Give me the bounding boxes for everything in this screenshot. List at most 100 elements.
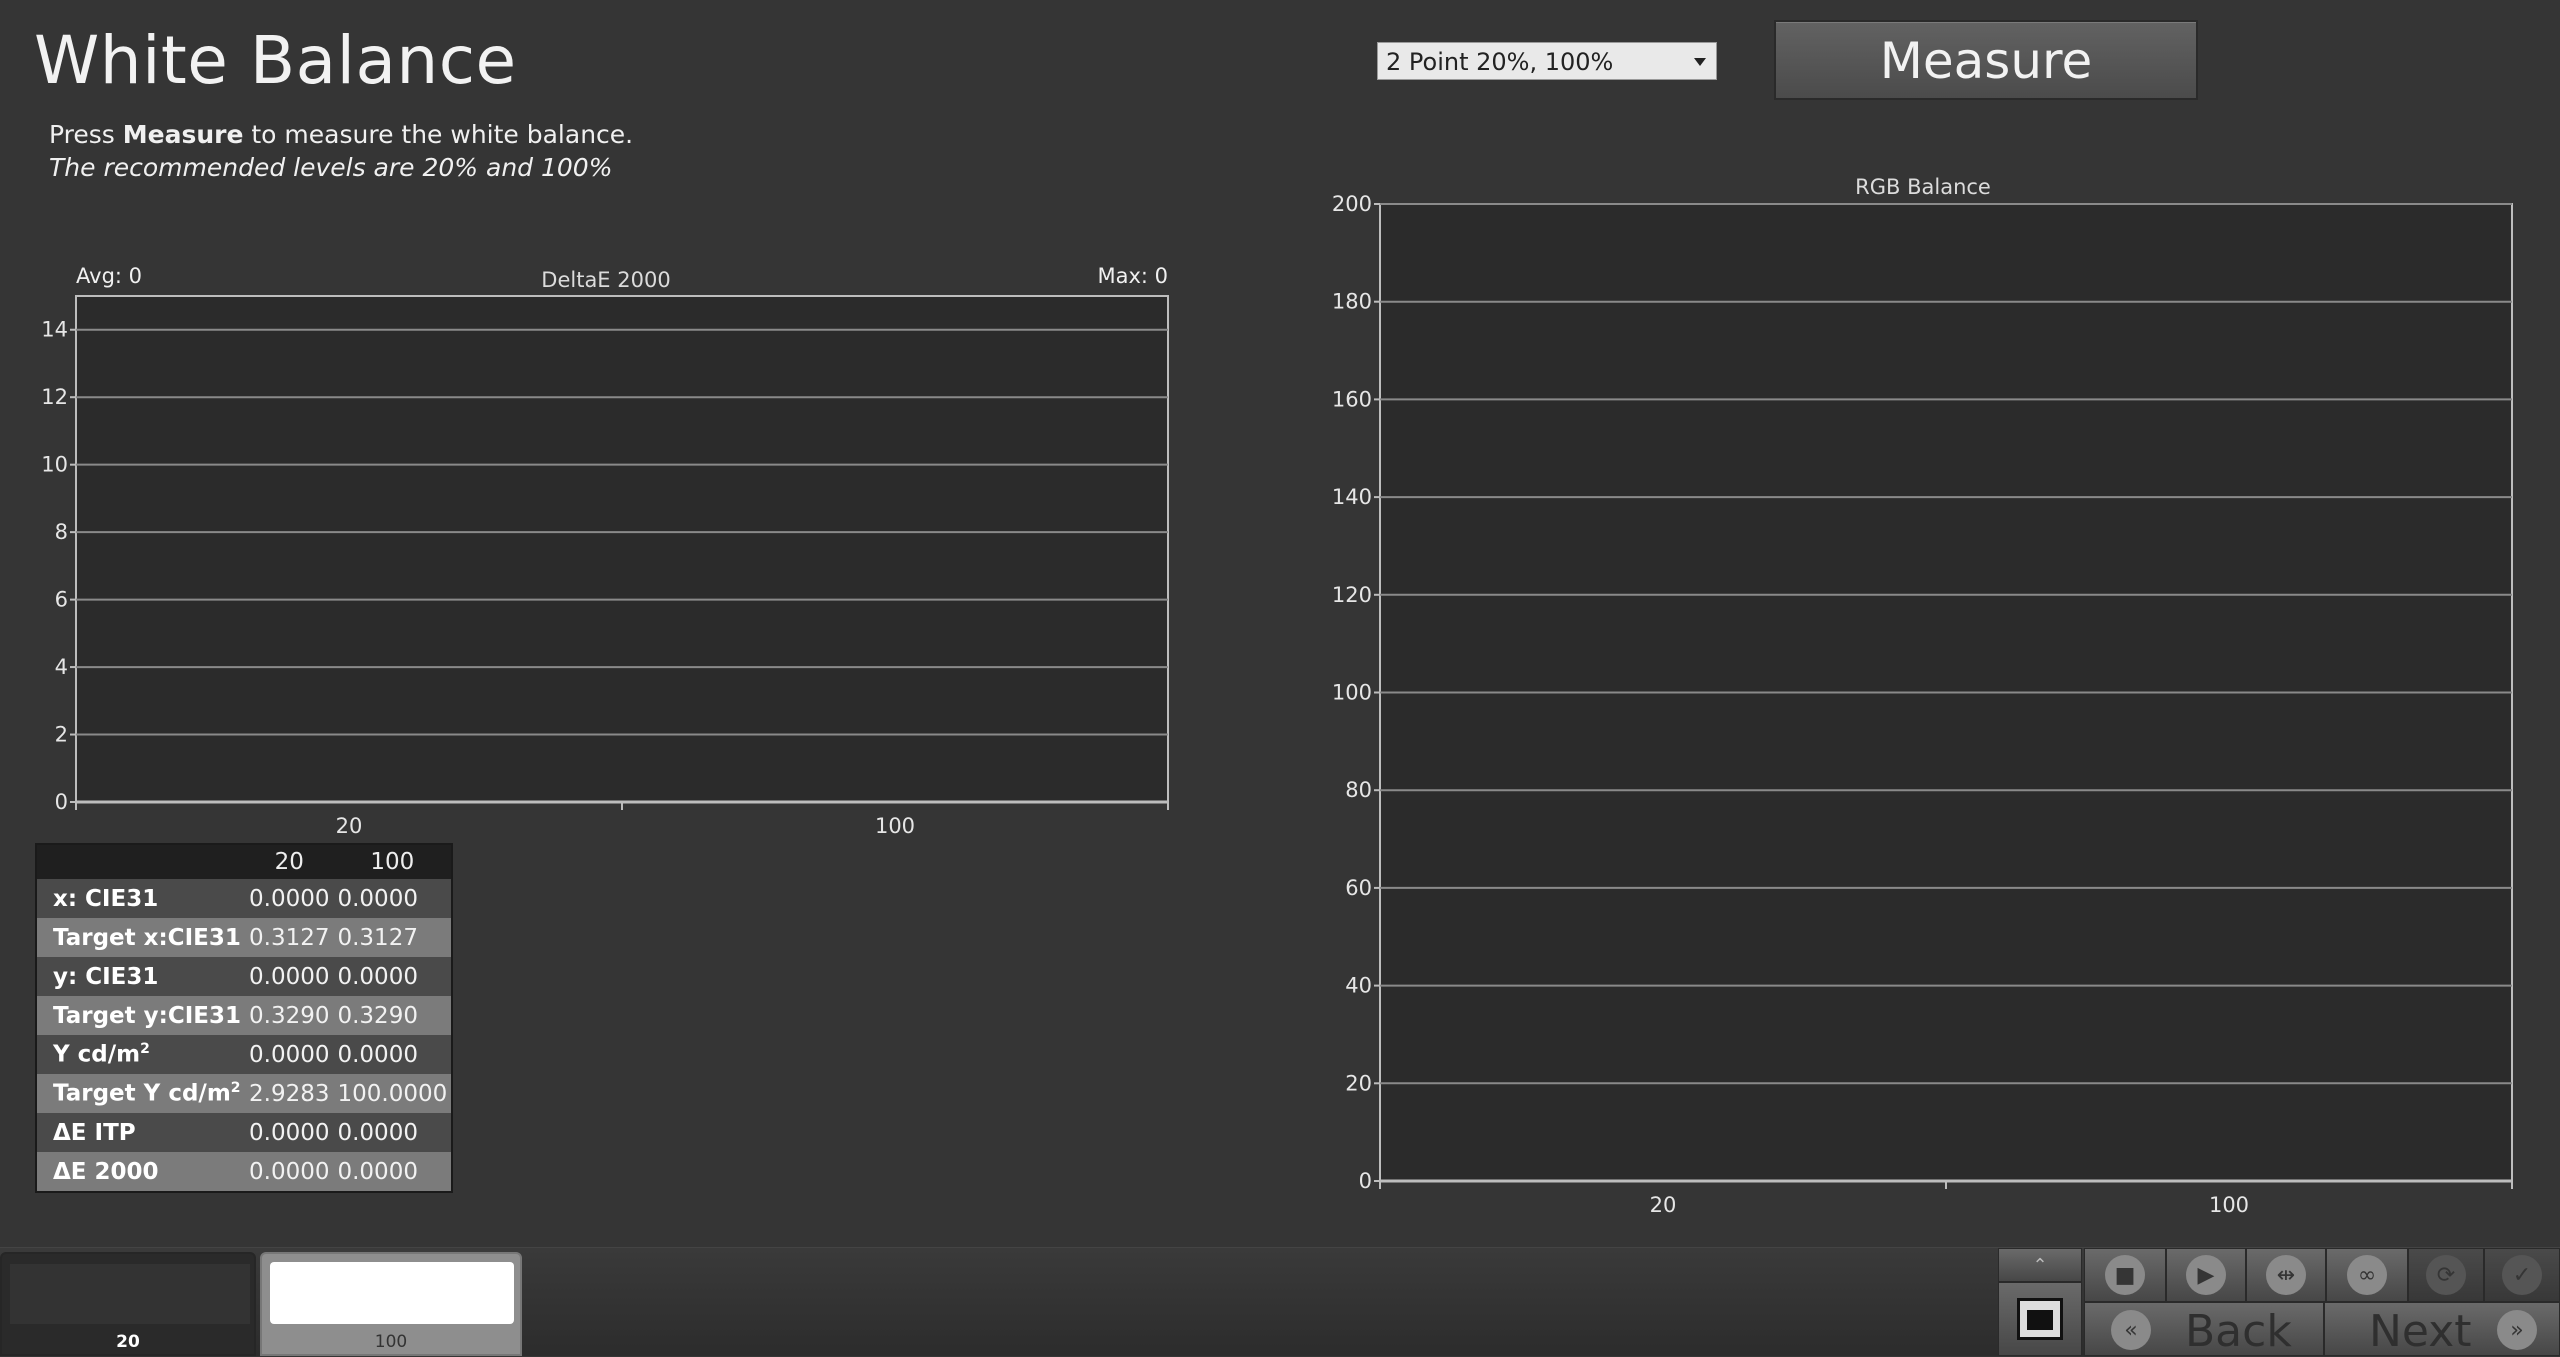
stop-icon: ■ (2105, 1255, 2145, 1295)
collapse-button[interactable]: ⌃ (1998, 1248, 2082, 1282)
thumbnail-label: 20 (116, 1332, 140, 1352)
row-label: ΔE ITP (36, 1113, 245, 1152)
y-tick-label: 20 (1345, 1071, 1372, 1095)
y-tick-label: 100 (1332, 681, 1372, 705)
value-cell-20: 0.0000 (245, 879, 334, 918)
y-tick-label: 200 (1332, 192, 1372, 216)
table-row: Target x:CIE31 0.3127 0.3127 (36, 918, 453, 957)
back-label: Back (2185, 1306, 2292, 1357)
y-tick-label: 14 (41, 318, 68, 342)
value-cell-100: 0.0000 (333, 1113, 453, 1152)
chevron-up-icon: ⌃ (2032, 1254, 2048, 1276)
y-tick-label: 0 (1359, 1169, 1372, 1193)
row-label-text: Target y:CIE31 (53, 1002, 241, 1029)
instruction-bold: Measure (122, 120, 244, 149)
y-tick-label: 140 (1332, 485, 1372, 509)
row-label: ΔE 2000 (36, 1152, 245, 1192)
y-tick-label: 0 (55, 790, 68, 814)
y-tick-label: 6 (55, 588, 68, 612)
mode-select-value: 2 Point 20%, 100% (1386, 48, 1614, 76)
measurement-table: 20 100 x: CIE31 0.0000 0.0000 Target x:CIE31 0… (35, 843, 454, 1193)
table-row: x: CIE31 0.0000 0.0000 (36, 879, 453, 918)
mode-select[interactable]: 2 Point 20%, 100% (1377, 42, 1717, 80)
measure-button[interactable]: Measure (1774, 20, 2198, 100)
table-row: y: CIE31 0.0000 0.0000 (36, 957, 453, 996)
deltae-chart-title: DeltaE 2000 (541, 268, 670, 292)
table-row: Y cd/m2 0.0000 0.0000 (36, 1035, 453, 1074)
play-button[interactable]: ▶ (2166, 1248, 2246, 1302)
deltae-max-label: Max: 0 (1097, 264, 1168, 288)
back-button[interactable]: « Back (2084, 1302, 2324, 1357)
confirm-button[interactable]: ✓ (2484, 1248, 2560, 1302)
y-tick-label: 4 (55, 655, 68, 679)
row-label-text: Y cd/m (53, 1041, 141, 1068)
x-tick-label: 20 (336, 814, 363, 838)
window-icon (1999, 1283, 2081, 1355)
value-cell-20: 0.3127 (245, 918, 334, 957)
plot-background (75, 295, 1169, 803)
thumbnail-100[interactable]: 100 (260, 1252, 522, 1356)
refresh-button[interactable]: ⟳ (2408, 1248, 2484, 1302)
value-cell-20: 0.0000 (245, 957, 334, 996)
thumbnail-20[interactable]: 20 (0, 1252, 256, 1356)
play-icon: ▶ (2186, 1255, 2226, 1295)
y-tick-label: 180 (1332, 290, 1372, 314)
row-label: Target x:CIE31 (36, 918, 245, 957)
value-cell-20: 0.3290 (245, 996, 334, 1035)
step-icon: ⇹ (2266, 1255, 2306, 1295)
page-title: White Balance (34, 22, 517, 99)
stop-button[interactable]: ■ (2084, 1248, 2166, 1302)
table-header-cell: 100 (333, 844, 453, 879)
row-label-text: y: CIE31 (53, 963, 159, 990)
instruction-suffix: to measure the white balance. (243, 120, 634, 149)
bottom-bar: 20 100 ⌃ ■ ▶ ⇹ ∞ ⟳ ✓ « Back Next » (0, 1247, 2560, 1357)
row-label-text: ΔE 2000 (53, 1158, 159, 1185)
next-button[interactable]: Next » (2324, 1302, 2560, 1357)
thumbnail-label: 100 (374, 1332, 408, 1352)
x-tick-label: 100 (2209, 1193, 2249, 1217)
step-button[interactable]: ⇹ (2246, 1248, 2326, 1302)
double-chevron-left-icon: « (2111, 1310, 2151, 1350)
table-header-row: 20 100 (36, 844, 453, 879)
deltae-chart: DeltaE 2000 Avg: 0 Max: 0 0 2 4 6 8 10 12 14 20 1… (41, 264, 1169, 838)
value-cell-100: 0.3290 (333, 996, 453, 1035)
row-label: Target y:CIE31 (36, 996, 245, 1035)
loop-button[interactable]: ∞ (2326, 1248, 2408, 1302)
y-tick-label: 120 (1332, 583, 1372, 607)
chevron-down-icon (1694, 58, 1706, 66)
table-row: Target Y cd/m2 2.9283 100.0000 (36, 1074, 453, 1113)
row-label-text: x: CIE31 (53, 885, 159, 912)
y-tick-label: 40 (1345, 974, 1372, 998)
value-cell-100: 0.0000 (333, 1035, 453, 1074)
value-cell-20: 0.0000 (245, 1113, 334, 1152)
value-cell-20: 2.9283 (245, 1074, 334, 1113)
x-tick-label: 100 (875, 814, 915, 838)
row-label: Target Y cd/m2 (36, 1074, 245, 1113)
row-label-text: ΔE ITP (53, 1119, 136, 1146)
row-label: x: CIE31 (36, 879, 245, 918)
thumbnail-swatch (10, 1264, 250, 1324)
row-label-text: Target Y cd/m (53, 1080, 231, 1107)
row-label-superscript: 2 (230, 1080, 241, 1097)
check-icon: ✓ (2502, 1255, 2542, 1295)
y-tick-label: 12 (41, 385, 68, 409)
deltae-plot-area: 0 2 4 6 8 10 12 14 20 100 (41, 295, 1169, 838)
recommendation-note: The recommended levels are 20% and 100% (49, 153, 613, 182)
row-label: y: CIE31 (36, 957, 245, 996)
deltae-avg-label: Avg: 0 (76, 264, 142, 288)
y-tick-label: 80 (1345, 778, 1372, 802)
pattern-window-button[interactable] (1998, 1282, 2082, 1356)
refresh-icon: ⟳ (2426, 1255, 2466, 1295)
y-tick-label: 8 (55, 520, 68, 544)
value-cell-100: 0.0000 (333, 879, 453, 918)
row-label-superscript: 2 (140, 1041, 150, 1058)
value-cell-20: 0.0000 (245, 1152, 334, 1192)
instruction-text: Press Measure to measure the white balan… (49, 120, 633, 149)
value-cell-100: 0.0000 (333, 1152, 453, 1192)
double-chevron-right-icon: » (2497, 1310, 2537, 1350)
x-tick-label: 20 (1650, 1193, 1677, 1217)
y-tick-label: 60 (1345, 876, 1372, 900)
next-label: Next (2369, 1306, 2472, 1357)
row-label-text: Target x:CIE31 (53, 924, 241, 951)
table-header-cell (36, 844, 245, 879)
